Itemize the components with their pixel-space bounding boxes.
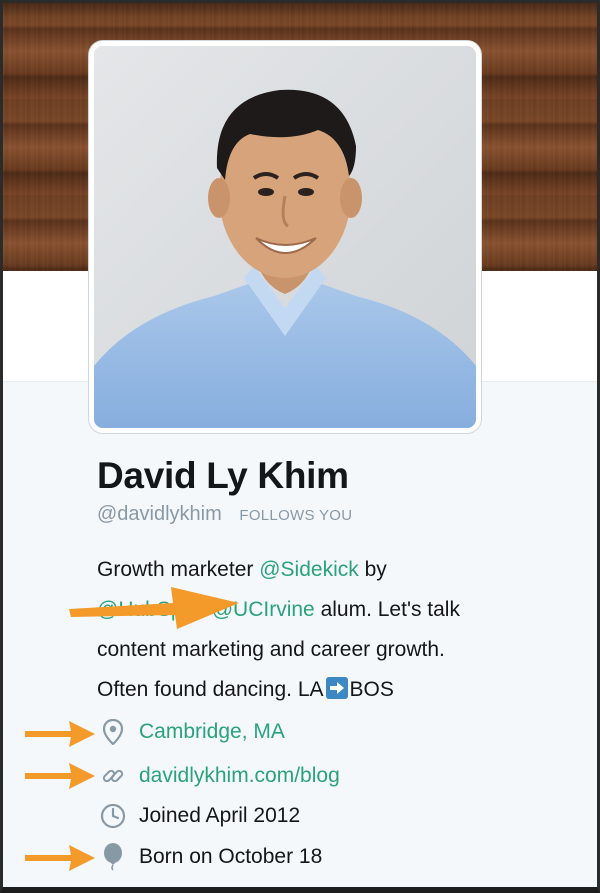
handle-row: @davidlykhim FOLLOWS YOU [97,503,352,526]
orange-arrow-icon [25,721,95,747]
location-link[interactable]: Cambridge, MA [139,720,285,744]
bio-text: Often found dancing. LA [97,678,324,701]
avatar-photo [94,46,476,428]
mention-link-sidekick[interactable]: @Sidekick [259,558,359,581]
website-row: davidlykhim.com/blog [99,760,340,792]
bio-text: BOS [349,678,394,701]
clock-icon [99,802,127,830]
orange-arrow-icon [25,763,95,789]
bio-text: alum. Let's talk [314,598,460,621]
joined-date: Joined April 2012 [139,804,301,827]
follows-you-badge: FOLLOWS YOU [239,507,353,524]
profile-screenshot: David Ly Khim @davidlykhim FOLLOWS YOU G… [0,0,600,893]
profile-name: David Ly Khim [97,455,349,496]
birthday-row: Born on October 18 [99,841,322,873]
website-link[interactable]: davidlykhim.com/blog [139,764,340,788]
link-icon [99,762,127,790]
bio-line: content marketing and career growth. [97,638,445,661]
bio-line: Often found dancing. LA BOS [97,670,567,710]
right-arrow-emoji-icon [325,677,348,699]
location-row: Cambridge, MA [99,716,285,748]
orange-arrow-icon [69,587,239,629]
joined-row: Joined April 2012 [99,800,300,832]
orange-arrow-icon [25,845,95,871]
balloon-icon [99,843,127,871]
bio-text: by [358,558,387,581]
birthday-date: Born on October 18 [139,845,323,868]
profile-avatar[interactable] [89,41,481,433]
profile-handle[interactable]: @davidlykhim [97,503,222,525]
map-pin-icon [99,718,127,746]
